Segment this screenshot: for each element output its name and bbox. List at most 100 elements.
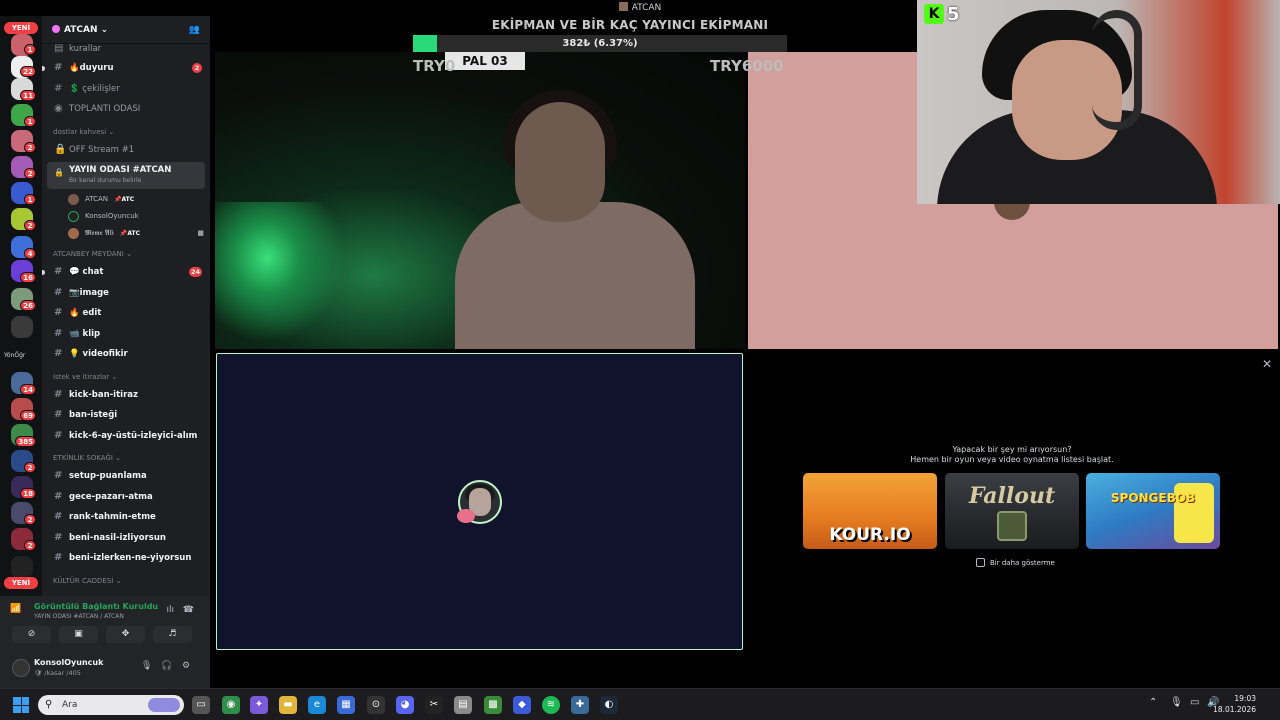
- add-member-icon[interactable]: 👥: [189, 25, 200, 35]
- headphones-icon[interactable]: 🎧: [161, 661, 172, 671]
- app-icon[interactable]: ✚: [571, 696, 589, 714]
- close-icon[interactable]: ✕: [1262, 357, 1272, 371]
- channel-rank-tahmin-etme[interactable]: # rank-tahmin-etme: [42, 507, 210, 528]
- app-icon[interactable]: ⊙: [367, 696, 385, 714]
- hash-icon: #: [54, 409, 63, 420]
- connection-location[interactable]: YAYIN ODASI #ATCAN / ATCAN: [34, 613, 124, 620]
- game-card-kour-io[interactable]: KOUR.IO: [803, 473, 937, 549]
- screen-share-button[interactable]: ▣: [59, 626, 98, 643]
- channel-kick-ban-itiraz[interactable]: # kick-ban-itiraz: [42, 385, 210, 406]
- game-card-spongebob[interactable]: SPONGEBOB: [1086, 473, 1220, 549]
- channel-off-stream[interactable]: 🔒 OFF Stream #1: [42, 140, 210, 161]
- category-dostlar-kahvesi[interactable]: dostlar kahvesi ⌄: [42, 120, 210, 140]
- channel-kurallar[interactable]: ▤ kurallar: [42, 44, 210, 58]
- notepad-icon[interactable]: ▤: [454, 696, 472, 714]
- minecraft-icon[interactable]: ▩: [484, 696, 502, 714]
- lock-icon: 🔒: [54, 143, 67, 155]
- user-name[interactable]: KonsolOyuncuk: [34, 658, 103, 667]
- discord-icon[interactable]: ◕: [396, 696, 414, 714]
- game-card-fallout[interactable]: Fallout: [945, 473, 1079, 549]
- channel-gece-pazari-atma[interactable]: # gece-pazarı-atma: [42, 487, 210, 508]
- avatar[interactable]: [12, 659, 30, 677]
- stream-tile-focused[interactable]: [216, 353, 743, 650]
- activities-button[interactable]: ✥: [106, 626, 145, 643]
- server-icon[interactable]: [11, 316, 33, 338]
- file-explorer-icon[interactable]: ▬: [279, 696, 297, 714]
- server-badge: 11: [20, 90, 36, 101]
- voice-connection-status: 📶 Görüntülü Bağlantı Kuruldu YAYIN ODASI…: [8, 600, 204, 620]
- microphone-icon[interactable]: 🎙: [1170, 697, 1183, 708]
- clock[interactable]: 19:03 18.01.2026: [1213, 693, 1256, 715]
- connection-status[interactable]: Görüntülü Bağlantı Kuruldu: [34, 602, 158, 611]
- server-badge: 2: [24, 462, 36, 473]
- search-highlight-icon: [148, 698, 180, 712]
- voice-channel-status[interactable]: Bir kanal durumu belirle: [69, 177, 205, 184]
- headphones: [1092, 10, 1142, 130]
- taskbar-search[interactable]: ⚲ Ara: [38, 695, 184, 715]
- channel-chat[interactable]: # 💬 chat 24: [42, 262, 210, 283]
- category-kultur-caddesi[interactable]: KÜLTÜR CADDESİ ⌄: [42, 569, 210, 589]
- viewer-count: 5: [947, 3, 960, 25]
- channel-ban-istegi[interactable]: # ban-isteği: [42, 405, 210, 426]
- camera-off-button[interactable]: ⊘: [12, 626, 51, 643]
- noise-suppression-icon[interactable]: ılı: [166, 605, 174, 615]
- copilot-icon[interactable]: ✦: [250, 696, 268, 714]
- voice-user[interactable]: KonsolOyuncuk: [42, 208, 210, 225]
- channel-image[interactable]: # 📷image: [42, 283, 210, 304]
- channel-videofikir[interactable]: # 💡 videofikir: [42, 344, 210, 365]
- disconnect-icon[interactable]: ☎: [183, 605, 194, 615]
- chevron-down-icon: ⌄: [100, 24, 109, 35]
- window-title: ATCAN: [631, 3, 662, 13]
- channel-klip[interactable]: # 📹 klip: [42, 324, 210, 345]
- voice-user[interactable]: ATCAN 📌ATC: [42, 191, 210, 208]
- hash-icon: #: [54, 552, 63, 563]
- stream-tile-main[interactable]: PAL 03: [215, 52, 745, 349]
- steam-icon[interactable]: ◐: [600, 696, 618, 714]
- voice-user[interactable]: 𝕸𝖊𝖒𝖊 𝕬𝖑𝖎 📌ATC ■: [42, 225, 210, 242]
- channel-kick-6-ay[interactable]: # kick-6-ay-üstü-izleyici-alım: [42, 426, 210, 447]
- server-badge: 385: [15, 436, 36, 447]
- goal-min: TRY0: [413, 57, 456, 75]
- channel-cekilisler[interactable]: # 💲 çekilişler: [42, 79, 210, 100]
- hash-icon: #: [54, 490, 63, 502]
- store-icon[interactable]: ▦: [337, 696, 355, 714]
- capcut-icon[interactable]: ✂: [425, 696, 443, 714]
- channel-setup-puanlama[interactable]: # setup-puanlama: [42, 466, 210, 487]
- category-atcanbey-meydani[interactable]: ATCANBEY MEYDANI ⌄: [42, 242, 210, 262]
- channel-toplanti-odasi[interactable]: ◉ TOPLANTI ODASI: [42, 99, 210, 120]
- category-istek-ve-itirazlar[interactable]: istek ve itirazlar ⌄: [42, 365, 210, 385]
- chevron-up-icon[interactable]: ⌃: [1149, 697, 1157, 708]
- voice-channel-yayin-odasi[interactable]: 🔒 YAYIN ODASI #ATCAN Bir kanal durumu be…: [47, 162, 205, 189]
- server-header[interactable]: ATCAN ⌄ 👥: [42, 16, 210, 44]
- windows-start-icon[interactable]: [13, 697, 29, 713]
- hash-icon: #: [54, 470, 63, 481]
- channel-beni-nasil-izliyorsun[interactable]: # beni-nasil-izliyorsun: [42, 528, 210, 549]
- edge-icon[interactable]: e: [308, 696, 326, 714]
- channel-edit[interactable]: # 🔥 edit: [42, 303, 210, 324]
- soundboard-button[interactable]: ♬: [153, 626, 192, 643]
- category-etkinlik-sokagi[interactable]: ETKİNLİK SOKAĞI ⌄: [42, 446, 210, 466]
- server-rail: YENİ 1 22 11 1 2 2 1 2 4 16 26 YönÖğr 14…: [0, 16, 42, 688]
- chrome-icon[interactable]: ◉: [222, 696, 240, 714]
- channel-beni-izlerken[interactable]: # beni-izlerken-ne-yiyorsun: [42, 548, 210, 569]
- activity-suggestions: ✕ Yapacak bir şey mi arıyorsun? Hemen bi…: [748, 354, 1280, 654]
- microphone-icon[interactable]: 🎙: [141, 661, 152, 671]
- signal-icon[interactable]: 📶: [10, 604, 21, 614]
- speaker-icon[interactable]: [11, 556, 33, 578]
- dont-show-again[interactable]: Bir daha gösterme: [976, 558, 1055, 567]
- camera-icon: ■: [197, 229, 204, 237]
- hash-icon: ▤: [54, 44, 64, 54]
- task-view-icon[interactable]: ▭: [192, 696, 210, 714]
- mention-badge: 2: [192, 63, 202, 73]
- network-icon[interactable]: ▭: [1190, 697, 1199, 708]
- server-label: YönÖğr: [4, 352, 26, 359]
- pipboy-icon: [997, 511, 1027, 541]
- unread-indicator: [42, 270, 45, 275]
- channel-duyuru[interactable]: # 🔥duyuru 2: [42, 58, 210, 79]
- channel-list: ATCAN ⌄ 👥 ▤ kurallar # 🔥duyuru 2 # 💲 çekiliş…: [42, 16, 210, 596]
- screen: ATCAN YENİ 1 22 11 1 2 2 1 2 4 16 26 Yön…: [0, 0, 1280, 720]
- spotify-icon[interactable]: ≋: [542, 696, 560, 714]
- app-icon[interactable]: ◆: [513, 696, 531, 714]
- gear-icon[interactable]: ⚙: [182, 661, 190, 671]
- checkbox[interactable]: [976, 558, 985, 567]
